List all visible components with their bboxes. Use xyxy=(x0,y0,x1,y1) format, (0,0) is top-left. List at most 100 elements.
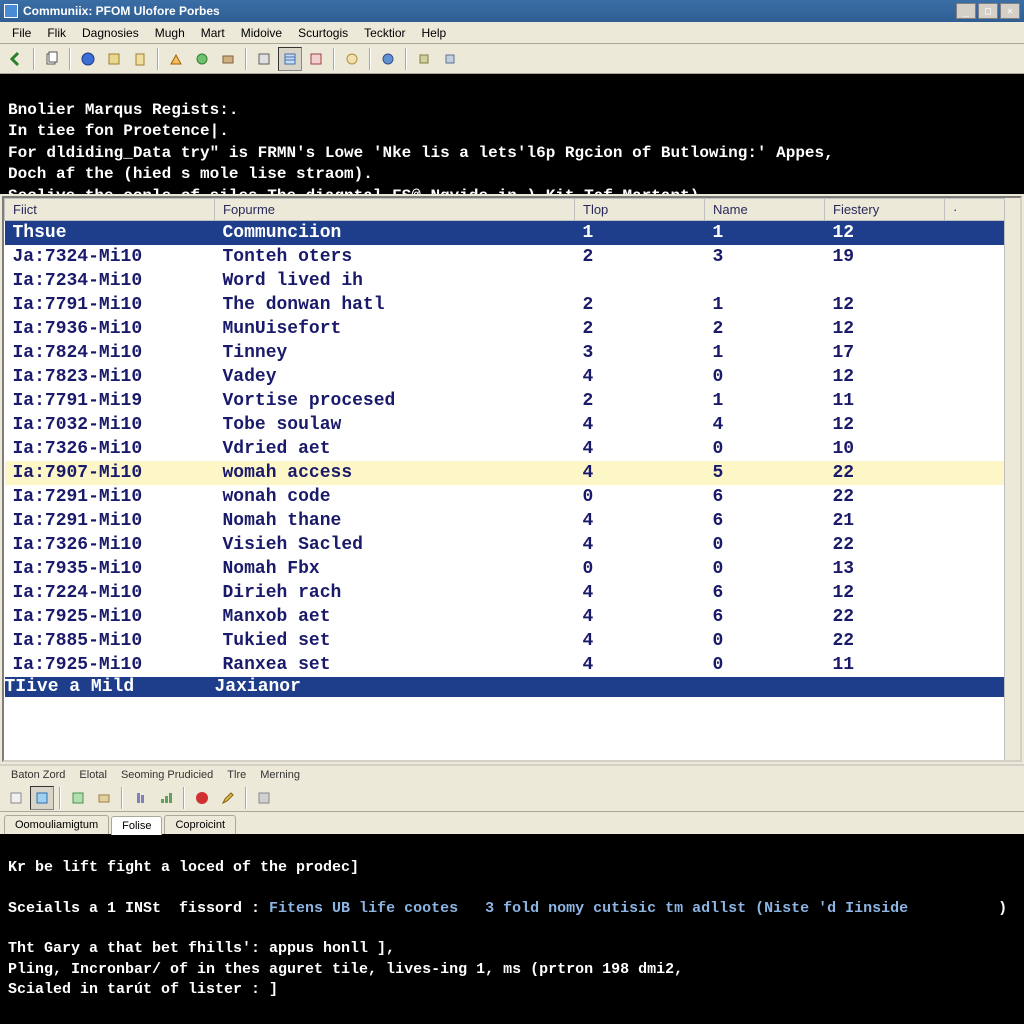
table-cell: 4 xyxy=(575,509,705,533)
data-table[interactable]: Fiict Fopurme Tlop Name Fiestery · Thsue… xyxy=(4,198,1020,697)
menu-mart[interactable]: Mart xyxy=(193,24,233,42)
table-row[interactable]: Ia:7885-Mi10Tukied set4022 xyxy=(5,629,1020,653)
tool-button-2[interactable] xyxy=(128,47,152,71)
menu-scurtogis[interactable]: Scurtogis xyxy=(290,24,356,42)
tab-oomouliamigtum[interactable]: Oomouliamigtum xyxy=(4,815,109,834)
console-line: Pling, Incronbar/ of in thes aguret tile… xyxy=(8,961,683,978)
sub-tool-4[interactable] xyxy=(92,786,116,810)
col-tlop[interactable]: Tlop xyxy=(575,199,705,221)
table-cell: 13 xyxy=(825,557,945,581)
table-row[interactable]: Ia:7224-Mi10Dirieh rach4612 xyxy=(5,581,1020,605)
table-cell: The donwan hatl xyxy=(215,293,575,317)
tool-button-9[interactable] xyxy=(376,47,400,71)
table-row[interactable]: Ia:7326-Mi10Vdried aet4010 xyxy=(5,437,1020,461)
table-row[interactable]: Ia:7925-Mi10Ranxea set4011 xyxy=(5,653,1020,677)
submenu-item[interactable]: Elotal xyxy=(72,767,114,783)
list-view-button[interactable] xyxy=(278,47,302,71)
menu-tecktior[interactable]: Tecktior xyxy=(356,24,413,42)
sub-tool-6[interactable] xyxy=(154,786,178,810)
vertical-scrollbar[interactable] xyxy=(1004,198,1020,760)
tool-button-5[interactable] xyxy=(216,47,240,71)
table-row[interactable]: Ia:7234-Mi10Word lived ih xyxy=(5,269,1020,293)
tool-button-8[interactable] xyxy=(340,47,364,71)
table-cell: 4 xyxy=(575,581,705,605)
menu-mugh[interactable]: Mugh xyxy=(147,24,193,42)
table-cell: Ia:7291-Mi10 xyxy=(5,509,215,533)
sub-tool-stop[interactable] xyxy=(190,786,214,810)
menu-help[interactable]: Help xyxy=(413,24,454,42)
table-cell: MunUisefort xyxy=(215,317,575,341)
tab-coproicint[interactable]: Coproicint xyxy=(164,815,236,834)
sub-tool-2[interactable] xyxy=(30,786,54,810)
submenu-item[interactable]: Merning xyxy=(253,767,307,783)
table-cell: 17 xyxy=(825,341,945,365)
table-cell: 1 xyxy=(705,221,825,245)
minimize-button[interactable]: _ xyxy=(956,3,976,19)
table-row[interactable]: Ia:7791-Mi10The donwan hatl2112 xyxy=(5,293,1020,317)
sub-tool-7[interactable] xyxy=(252,786,276,810)
table-row[interactable]: Ia:7291-Mi10wonah code0622 xyxy=(5,485,1020,509)
table-cell: 21 xyxy=(825,509,945,533)
table-cell: Ia:7936-Mi10 xyxy=(5,317,215,341)
footer-cell xyxy=(825,677,945,697)
globe-button[interactable] xyxy=(76,47,100,71)
table-cell: 6 xyxy=(705,581,825,605)
table-cell: 6 xyxy=(705,605,825,629)
console-line: Kr be lift fight a loced of the prodec] xyxy=(8,859,359,876)
maximize-button[interactable]: □ xyxy=(978,3,998,19)
table-row[interactable]: Ia:7032-Mi10Tobe soulaw4412 xyxy=(5,413,1020,437)
tool-button-6[interactable] xyxy=(252,47,276,71)
menu-dagnosies[interactable]: Dagnosies xyxy=(74,24,147,42)
back-button[interactable] xyxy=(4,47,28,71)
copy-button[interactable] xyxy=(40,47,64,71)
tool-button-1[interactable] xyxy=(102,47,126,71)
submenu-item[interactable]: Tlre xyxy=(220,767,253,783)
tool-button-4[interactable] xyxy=(190,47,214,71)
tab-folise[interactable]: Folise xyxy=(111,816,162,835)
table-row[interactable]: Ia:7824-Mi10Tinney3117 xyxy=(5,341,1020,365)
sub-tool-1[interactable] xyxy=(4,786,28,810)
col-fopurme[interactable]: Fopurme xyxy=(215,199,575,221)
col-name[interactable]: Name xyxy=(705,199,825,221)
toolbar-separator xyxy=(33,48,35,70)
table-row[interactable]: Ia:7907-Mi10womah access4522 xyxy=(5,461,1020,485)
table-cell: 0 xyxy=(705,629,825,653)
menu-flik[interactable]: Flik xyxy=(39,24,74,42)
console-line: Doch af the (hied s mole lise straom). xyxy=(8,165,373,183)
table-cell: 0 xyxy=(705,557,825,581)
table-row[interactable]: Ia:7925-Mi10Manxob aet4622 xyxy=(5,605,1020,629)
table-row[interactable]: Ia:7791-Mi19Vortise procesed2111 xyxy=(5,389,1020,413)
table-row[interactable]: Ia:7291-Mi10Nomah thane4621 xyxy=(5,509,1020,533)
table-footer-row[interactable]: TIive a Mild Jaxianor xyxy=(5,677,1020,697)
table-cell: Ia:7326-Mi10 xyxy=(5,533,215,557)
table-row[interactable]: ThsueCommunciion1112 xyxy=(5,221,1020,245)
table-cell: 22 xyxy=(825,485,945,509)
sub-tool-3[interactable] xyxy=(66,786,90,810)
toolbar-separator xyxy=(245,48,247,70)
tool-button-7[interactable] xyxy=(304,47,328,71)
submenu-item[interactable]: Baton Zord xyxy=(4,767,72,783)
console-line: Bnolier Marqus Regists:. xyxy=(8,101,238,119)
tool-button-11[interactable] xyxy=(438,47,462,71)
tool-button-3[interactable] xyxy=(164,47,188,71)
submenu-item[interactable]: Seoming Prudicied xyxy=(114,767,220,783)
table-cell: Thsue xyxy=(5,221,215,245)
table-row[interactable]: Ia:7326-Mi10Visieh Sacled4022 xyxy=(5,533,1020,557)
tool-button-10[interactable] xyxy=(412,47,436,71)
table-cell: Ia:7925-Mi10 xyxy=(5,653,215,677)
close-button[interactable]: ✕ xyxy=(1000,3,1020,19)
table-cell: 19 xyxy=(825,245,945,269)
console-line: For dldiding_Data try" is FRMN's Lowe 'N… xyxy=(8,144,834,162)
sub-tool-5[interactable] xyxy=(128,786,152,810)
table-row[interactable]: Ia:7936-Mi10MunUisefort2212 xyxy=(5,317,1020,341)
col-fiestery[interactable]: Fiestery xyxy=(825,199,945,221)
menu-midoive[interactable]: Midoive xyxy=(233,24,290,42)
table-row[interactable]: Ia:7935-Mi10Nomah Fbx0013 xyxy=(5,557,1020,581)
table-row[interactable]: Ja:7324-Mi10Tonteh oters2319 xyxy=(5,245,1020,269)
footer-cell xyxy=(705,677,825,697)
table-row[interactable]: Ia:7823-Mi10Vadey4012 xyxy=(5,365,1020,389)
col-fiict[interactable]: Fiict xyxy=(5,199,215,221)
menu-file[interactable]: File xyxy=(4,24,39,42)
table-cell: 4 xyxy=(575,629,705,653)
sub-tool-edit[interactable] xyxy=(216,786,240,810)
